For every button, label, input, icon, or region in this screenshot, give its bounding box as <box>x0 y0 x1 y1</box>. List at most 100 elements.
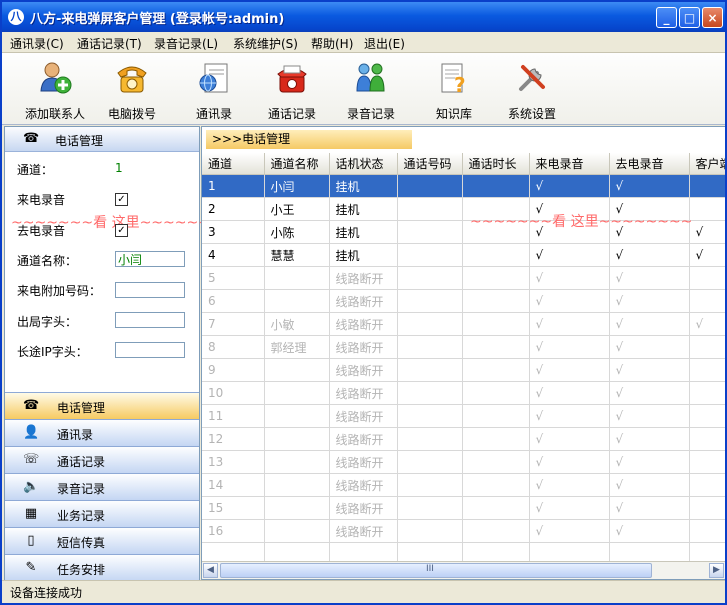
cell-in: √ <box>529 427 610 451</box>
cell-ch: 1 <box>202 174 265 198</box>
menu-call-log[interactable]: 通话记录(T) <box>77 35 142 52</box>
table-row[interactable]: 13 线路断开 √ √ <box>202 450 725 474</box>
scroll-left-icon[interactable]: ◀ <box>203 563 218 578</box>
nav-call-records[interactable]: ☏ 通话记录 <box>5 446 199 473</box>
nav-phone-management[interactable]: ☎ 电话管理 <box>5 392 199 419</box>
nav-sms-fax[interactable]: ▯ 短信传真 <box>5 527 199 554</box>
cell-dur <box>462 335 530 359</box>
col-call-number[interactable]: 通话号码 <box>397 153 463 175</box>
cell-state: 线路断开 <box>329 496 398 520</box>
cell-state: 线路断开 <box>329 335 398 359</box>
menu-exit[interactable]: 退出(E) <box>364 35 405 52</box>
cell-name <box>264 266 330 290</box>
nav-tasks[interactable]: ✎ 任务安排 <box>5 554 199 581</box>
outgoing-record-checkbox[interactable]: ✓ <box>115 224 128 237</box>
cell-client <box>689 496 725 520</box>
svg-text:?: ? <box>454 73 466 95</box>
table-row[interactable]: 12 线路断开 √ √ <box>202 427 725 451</box>
cell-ch: 13 <box>202 450 265 474</box>
col-channel[interactable]: 通道 <box>202 153 265 175</box>
call-log-button[interactable]: 通话记录 <box>252 57 332 121</box>
cell-ch: 11 <box>202 404 265 428</box>
menu-help[interactable]: 帮助(H) <box>311 35 353 52</box>
cell-num <box>397 335 463 359</box>
outbound-prefix-input[interactable] <box>115 312 185 328</box>
table-row[interactable]: 6 线路断开 √ √ <box>202 289 725 313</box>
add-contact-label: 添加联系人 <box>24 107 85 121</box>
minimize-button[interactable]: _ <box>656 7 677 28</box>
cell-name: 小敏 <box>264 312 330 336</box>
cell-in: √ <box>529 266 610 290</box>
cell-out: √ <box>609 358 690 382</box>
cell-in: √ <box>529 243 610 267</box>
ip-prefix-input[interactable] <box>115 342 185 358</box>
extra-number-input[interactable] <box>115 282 185 298</box>
menu-contacts[interactable]: 通讯录(C) <box>10 35 64 52</box>
cell-client <box>689 358 725 382</box>
menu-system[interactable]: 系统维护(S) <box>233 35 298 52</box>
table-row[interactable]: 4 慧慧 挂机 √ √ √ <box>202 243 725 267</box>
table-row[interactable]: 16 线路断开 √ √ <box>202 519 725 543</box>
table-row[interactable]: 7 小敏 线路断开 √ √ √ <box>202 312 725 336</box>
outgoing-record-label: 去电录音 <box>17 224 66 238</box>
table-row[interactable]: 5 线路断开 √ √ <box>202 266 725 290</box>
contact-icon: 👤 <box>23 425 40 440</box>
cell-dur <box>462 243 530 267</box>
col-outgoing-record[interactable]: 去电录音 <box>609 153 690 175</box>
scroll-right-icon[interactable]: ▶ <box>709 563 724 578</box>
maximize-button[interactable]: □ <box>679 7 700 28</box>
table-row[interactable]: 1 小闫 挂机 √ √ <box>202 174 725 198</box>
close-button[interactable]: × <box>702 7 723 28</box>
table-row[interactable]: 10 线路断开 √ √ <box>202 381 725 405</box>
cell-state: 线路断开 <box>329 519 398 543</box>
cell-out: √ <box>609 266 690 290</box>
settings-button[interactable]: 系统设置 <box>492 57 572 121</box>
table-row[interactable]: 9 线路断开 √ √ <box>202 358 725 382</box>
recording-label: 录音记录 <box>346 107 395 121</box>
cell-num <box>397 450 463 474</box>
settings-label: 系统设置 <box>507 107 556 121</box>
col-client[interactable]: 客户端 <box>689 153 725 175</box>
nav-recordings[interactable]: 🔈 录音记录 <box>5 473 199 500</box>
cell-num <box>397 519 463 543</box>
cell-name <box>264 358 330 382</box>
address-book-label: 通讯录 <box>195 107 232 121</box>
table-row[interactable]: 14 线路断开 √ √ <box>202 473 725 497</box>
cell-in: √ <box>529 335 610 359</box>
cell-dur <box>462 496 530 520</box>
channel-name-input[interactable]: 小闫 <box>115 251 185 267</box>
horizontal-scrollbar[interactable]: ◀ III ▶ <box>202 561 725 579</box>
scroll-thumb[interactable]: III <box>220 563 652 578</box>
col-channel-name[interactable]: 通道名称 <box>264 153 330 175</box>
cell-state: 挂机 <box>329 174 398 198</box>
recording-button[interactable]: 录音记录 <box>331 57 411 121</box>
channel-value: 1 <box>115 161 123 175</box>
outbound-prefix-label: 出局字头： <box>17 315 78 329</box>
cell-num <box>397 243 463 267</box>
table-row[interactable]: 15 线路断开 √ √ <box>202 496 725 520</box>
table-row[interactable]: 8 郭经理 线路断开 √ √ <box>202 335 725 359</box>
cell-dur <box>462 174 530 198</box>
nav-business-records[interactable]: ▦ 业务记录 <box>5 500 199 527</box>
title-bar[interactable]: 八 八方-来电弹屏客户管理 (登录帐号:admin) _ □ × <box>2 2 725 32</box>
col-incoming-record[interactable]: 来电录音 <box>529 153 610 175</box>
cell-ch: 14 <box>202 473 265 497</box>
right-panel: >>>电话管理 通道 通道名称 话机状态 通话号码 通话时长 来电录音 去电录音… <box>201 126 725 580</box>
table-row[interactable]: 11 线路断开 √ √ <box>202 404 725 428</box>
add-contact-icon <box>40 62 72 94</box>
address-book-button[interactable]: 通讯录 <box>174 57 254 121</box>
col-phone-state[interactable]: 话机状态 <box>329 153 398 175</box>
cell-state: 线路断开 <box>329 404 398 428</box>
knowledge-base-button[interactable]: ? 知识库 <box>414 57 494 121</box>
knowledge-base-label: 知识库 <box>435 107 472 121</box>
cell-client <box>689 335 725 359</box>
incoming-record-checkbox[interactable]: ✓ <box>115 193 128 206</box>
phone-dial-button[interactable]: 电脑拨号 <box>92 57 172 121</box>
nav-label: 电话管理 <box>57 401 106 415</box>
phone-management-header: ☎ 电话管理 <box>5 127 199 152</box>
menu-recordings[interactable]: 录音记录(L) <box>154 35 218 52</box>
nav-contacts[interactable]: 👤 通讯录 <box>5 419 199 446</box>
nav-label: 通话记录 <box>57 455 106 469</box>
add-contact-button[interactable]: 添加联系人 <box>15 57 95 121</box>
col-call-duration[interactable]: 通话时长 <box>462 153 530 175</box>
